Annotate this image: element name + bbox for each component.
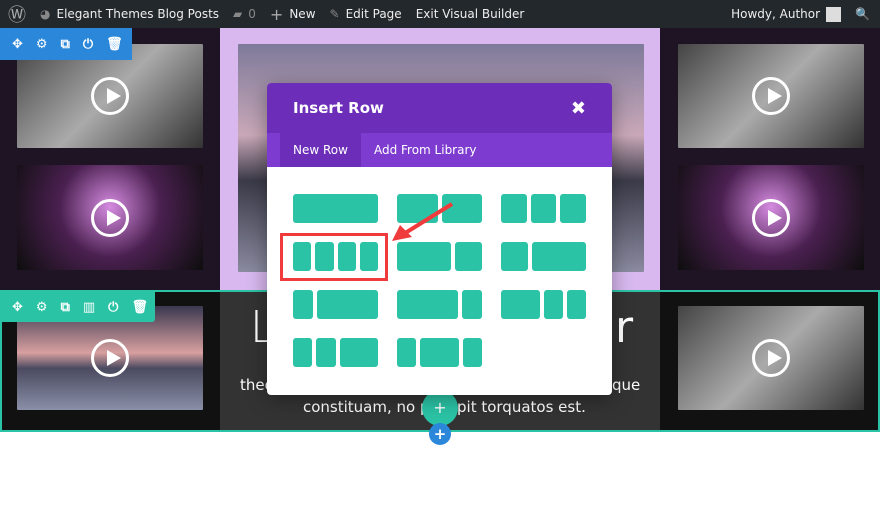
text-fragment: constituam, no p (303, 398, 430, 416)
highlight-box (280, 233, 388, 281)
plus-icon: + (269, 4, 284, 24)
exit-visual-builder-link[interactable]: Exit Visual Builder (416, 7, 525, 21)
layout-column (566, 290, 586, 319)
layout-column (317, 290, 378, 319)
layout-column (543, 290, 563, 319)
row-layout-option[interactable] (293, 194, 378, 223)
layout-column (397, 338, 417, 367)
columns-icon[interactable]: ▥ (83, 300, 95, 315)
modal-title: Insert Row (293, 99, 384, 117)
delete-icon[interactable]: 🗑 (106, 37, 123, 52)
layout-column (420, 338, 459, 367)
layout-column (501, 242, 528, 271)
layout-column (293, 290, 314, 319)
play-icon[interactable] (752, 77, 790, 115)
layout-column (397, 290, 458, 319)
layout-column (316, 338, 336, 367)
site-name-link[interactable]: ◕ Elegant Themes Blog Posts (40, 7, 219, 21)
arrow-annotation (392, 202, 454, 241)
dashboard-icon: ◕ (40, 7, 51, 21)
video-thumbnail[interactable] (17, 165, 203, 270)
play-icon[interactable] (91, 339, 129, 377)
save-icon[interactable]: ⏻ (83, 37, 93, 52)
settings-icon[interactable]: ⚙ (36, 300, 48, 315)
add-module-button[interactable]: + (422, 390, 458, 426)
avatar (826, 6, 842, 22)
play-icon[interactable] (752, 198, 790, 237)
add-row-button[interactable]: + (429, 423, 451, 445)
layout-column (531, 242, 586, 271)
play-icon[interactable] (91, 77, 129, 115)
account-menu[interactable]: Howdy, Author (731, 6, 842, 22)
admin-bar: Ⓦ ◕ Elegant Themes Blog Posts ▰ 0 + New ✎ Ed… (0, 0, 880, 28)
layout-column (293, 194, 378, 223)
duplicate-icon[interactable]: ⧉ (61, 37, 70, 52)
heading-fragment: r (615, 302, 634, 353)
delete-icon[interactable]: 🗑 (131, 300, 148, 315)
row-layout-option[interactable] (293, 338, 378, 367)
pencil-icon: ✎ (329, 7, 340, 21)
tab-new-row[interactable]: New Row (280, 133, 361, 167)
row-layout-option[interactable] (501, 194, 586, 223)
layout-column (501, 194, 527, 223)
video-thumbnail[interactable] (678, 165, 864, 270)
row-toolbar: ✥ ⚙ ⧉ ▥ ⏻ 🗑 (0, 292, 155, 322)
layout-column (293, 338, 313, 367)
modal-tabs: New Row Add From Library (267, 133, 612, 167)
video-thumbnail[interactable] (678, 306, 864, 410)
move-icon[interactable]: ✥ (12, 300, 23, 315)
modal-header: Insert Row ✖ (267, 83, 612, 133)
play-icon[interactable] (752, 339, 790, 377)
layout-column (560, 194, 586, 223)
section-toolbar: ✥ ⚙ ⧉ ⏻ 🗑 (0, 28, 132, 60)
row-layout-option[interactable] (501, 242, 586, 271)
play-icon[interactable] (91, 198, 129, 237)
wordpress-logo-icon[interactable]: Ⓦ (8, 1, 26, 27)
move-icon[interactable]: ✥ (12, 37, 23, 52)
search-icon[interactable]: 🔍 (855, 7, 870, 21)
new-link[interactable]: + New (270, 5, 316, 24)
video-thumbnail[interactable] (678, 44, 864, 148)
settings-icon[interactable]: ⚙ (36, 37, 48, 52)
layout-column (530, 194, 557, 223)
comments-link[interactable]: ▰ 0 (233, 7, 256, 21)
comment-icon: ▰ (233, 7, 243, 21)
text-fragment: pit torquatos est. (457, 398, 586, 416)
layout-column (339, 338, 378, 367)
row-layout-option[interactable] (397, 290, 482, 319)
row-layout-option[interactable] (293, 290, 378, 319)
tab-add-from-library[interactable]: Add From Library (361, 133, 490, 167)
edit-page-link[interactable]: ✎ Edit Page (330, 7, 402, 21)
close-icon[interactable]: ✖ (571, 98, 586, 119)
text-fragment: que (612, 376, 641, 394)
layout-column (501, 290, 540, 319)
save-icon[interactable]: ⏻ (108, 300, 118, 315)
row-layout-option[interactable] (501, 290, 586, 319)
duplicate-icon[interactable]: ⧉ (61, 300, 70, 315)
layout-column (461, 290, 482, 319)
layout-column (462, 338, 482, 367)
row-layout-option[interactable] (397, 338, 482, 367)
